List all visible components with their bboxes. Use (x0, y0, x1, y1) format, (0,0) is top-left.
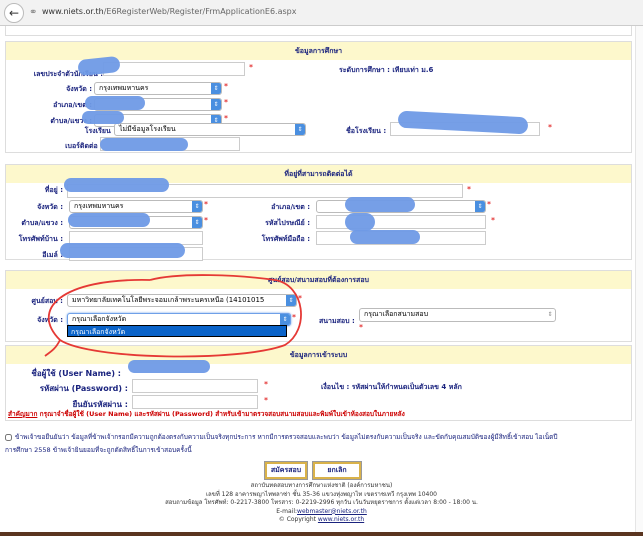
bottom-edge (0, 532, 643, 536)
scrollbar[interactable] (635, 26, 643, 536)
red-circle-annotation (44, 274, 302, 358)
